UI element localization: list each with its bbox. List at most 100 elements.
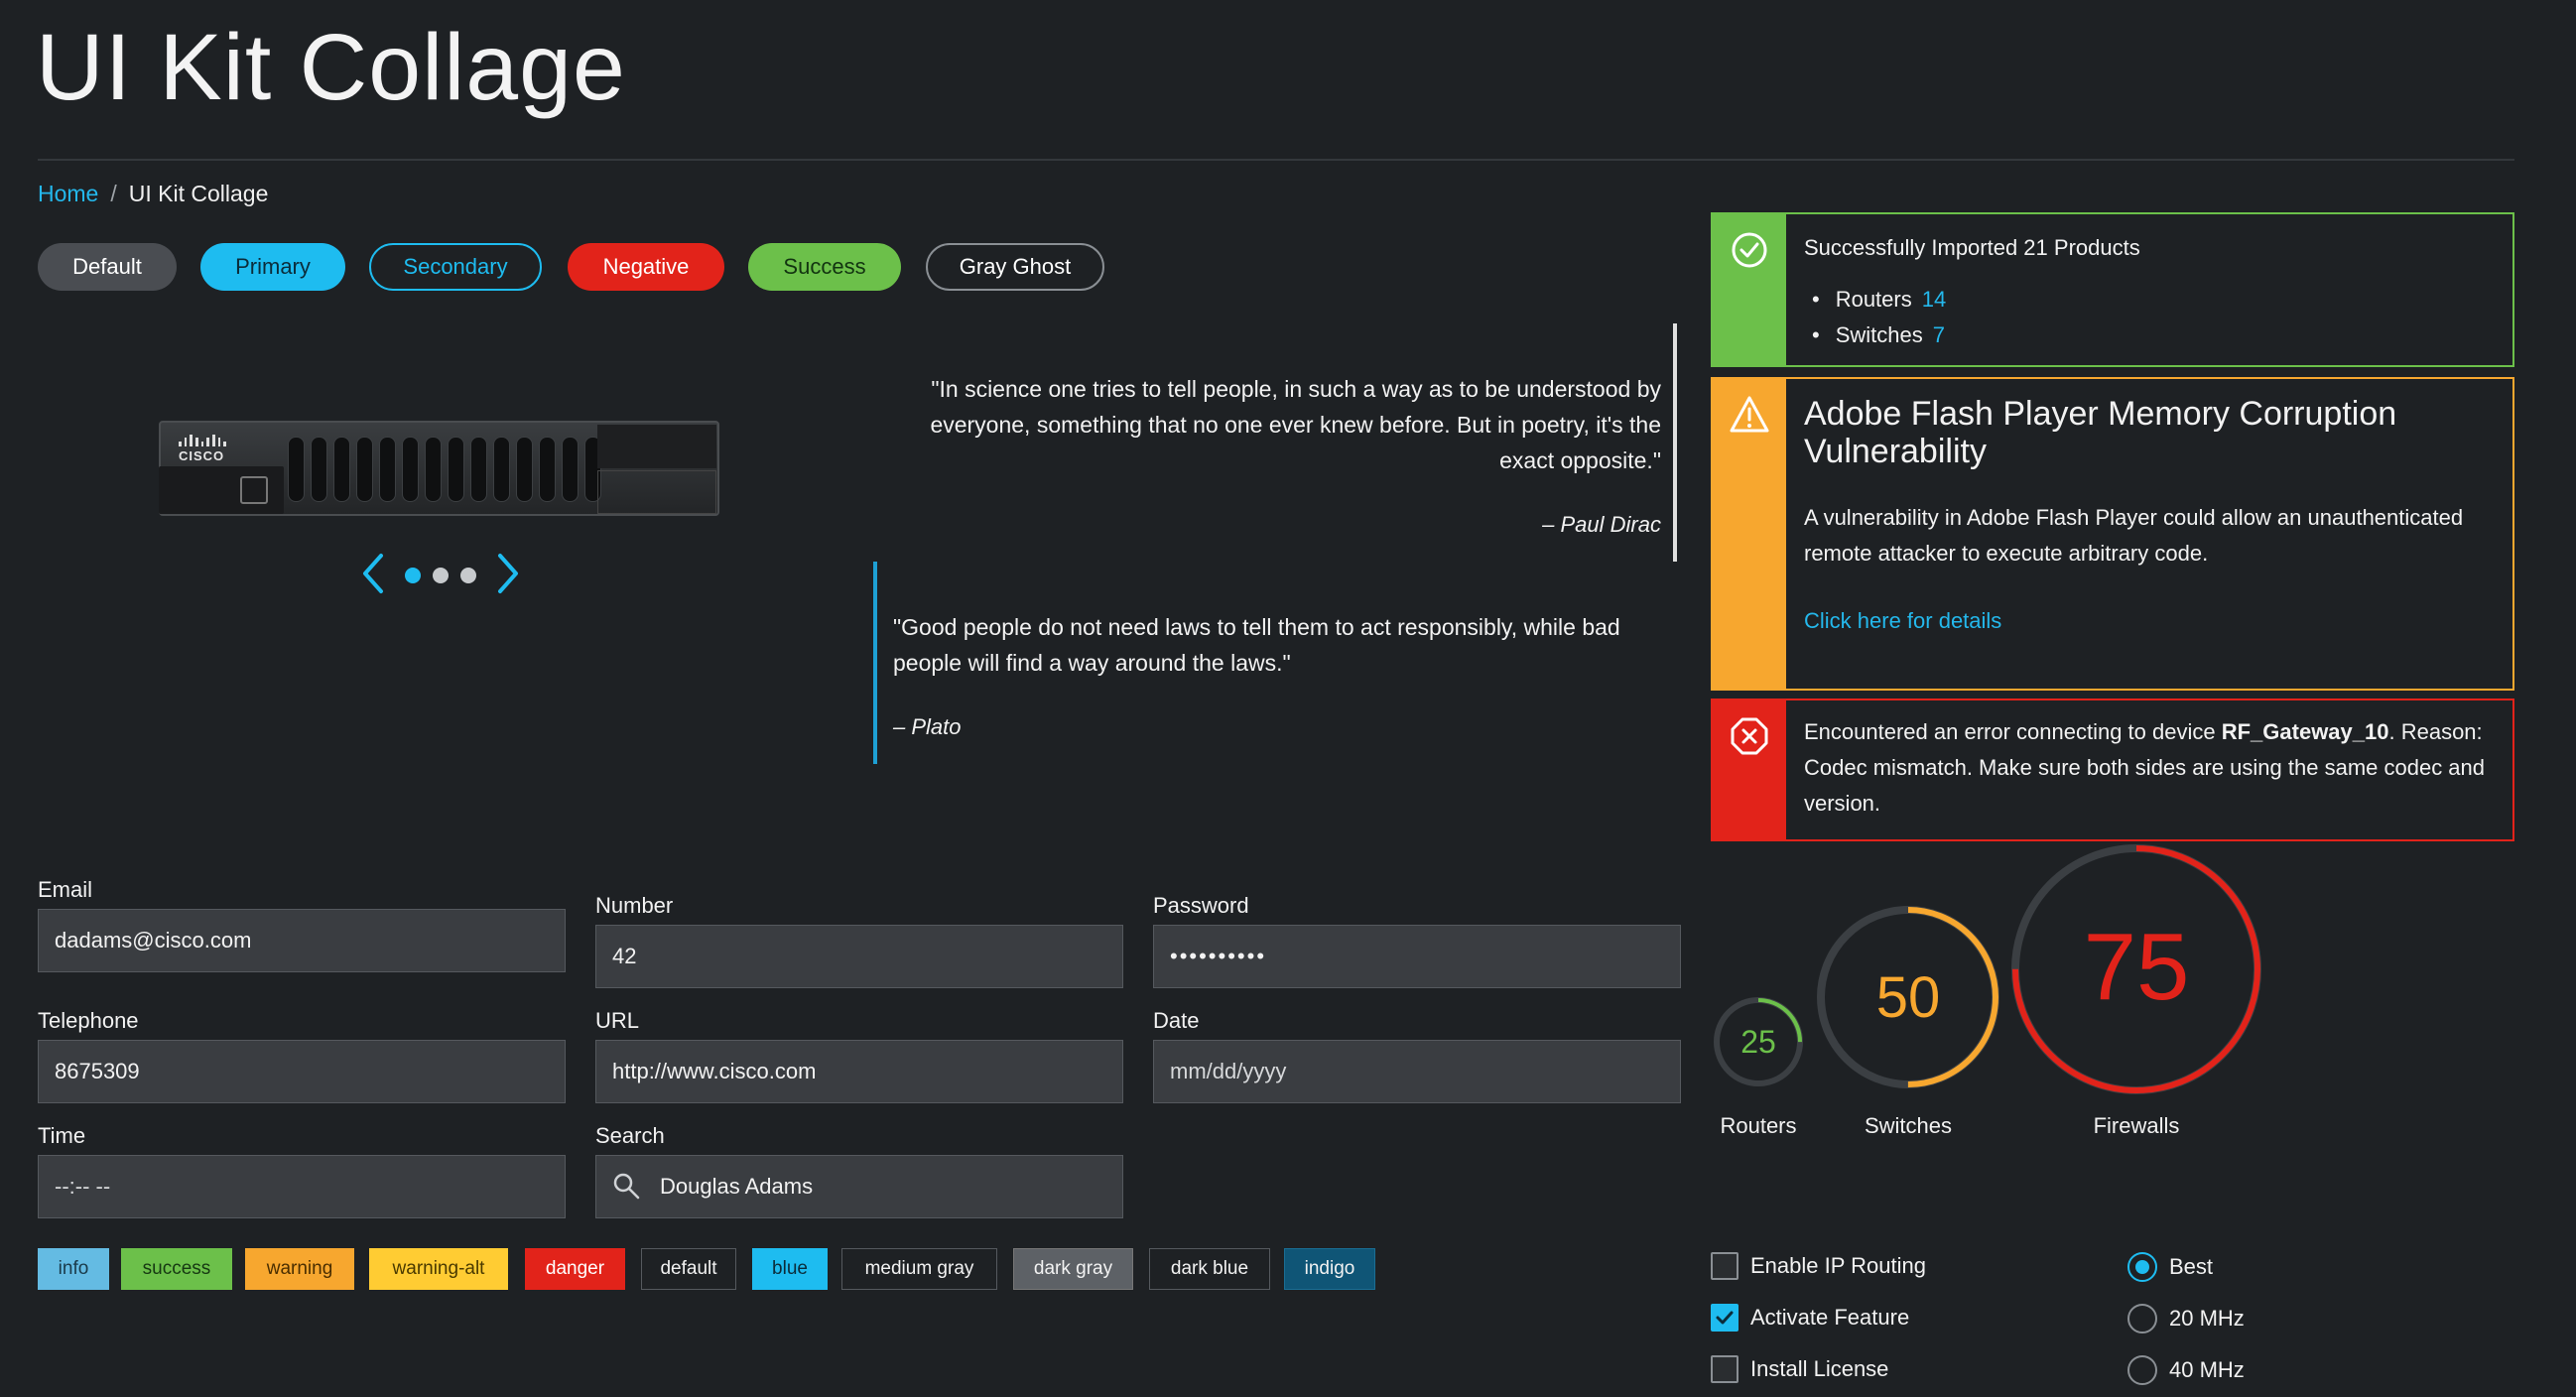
- carousel-dot-2[interactable]: [433, 568, 449, 583]
- blockquote-right-author: – Paul Dirac: [1542, 512, 1661, 537]
- check-circle-icon: [1732, 232, 1767, 268]
- list-item: Routers 14: [1804, 282, 1947, 318]
- number-field[interactable]: 42: [595, 925, 1123, 988]
- email-label: Email: [38, 877, 93, 902]
- search-icon: [613, 1173, 640, 1200]
- radio-20-mhz[interactable]: 20 MHz: [2127, 1304, 2245, 1334]
- url-label: URL: [595, 1008, 640, 1033]
- tag-info: info: [38, 1248, 109, 1290]
- radio-circle[interactable]: [2127, 1252, 2157, 1282]
- tag-danger: danger: [525, 1248, 625, 1290]
- router-vent: [448, 437, 464, 502]
- danger-alert-device: RF_Gateway_10: [2221, 719, 2389, 744]
- radio-best[interactable]: Best: [2127, 1252, 2213, 1282]
- tag-medium-gray: medium gray: [841, 1248, 997, 1290]
- chevron-left-icon[interactable]: [359, 552, 387, 595]
- danger-alert-message: Encountered an error connecting to devic…: [1804, 714, 2499, 822]
- gauge-firewalls-value: 75: [2083, 914, 2190, 1020]
- date-label: Date: [1153, 1008, 1200, 1033]
- router-vent: [516, 437, 533, 502]
- checkbox-box[interactable]: [1711, 1355, 1739, 1383]
- time-field[interactable]: --:-- --: [38, 1155, 566, 1218]
- radio-label: Best: [2169, 1254, 2214, 1279]
- telephone-label: Telephone: [38, 1008, 139, 1033]
- router-vent: [356, 437, 373, 502]
- checkbox-box[interactable]: [1711, 1252, 1739, 1280]
- success-button[interactable]: Success: [748, 243, 901, 291]
- password-label: Password: [1153, 893, 1249, 918]
- negative-button[interactable]: Negative: [568, 243, 724, 291]
- list-item-label: Routers: [1835, 287, 1912, 312]
- success-alert-title: Successfully Imported 21 Products: [1804, 235, 2140, 260]
- router-vent: [470, 437, 487, 502]
- tag-warning: warning: [245, 1248, 354, 1290]
- warning-triangle-icon: [1730, 396, 1769, 433]
- breadcrumb-home-link[interactable]: Home: [38, 181, 98, 207]
- gauge-switches: 50: [1814, 903, 2002, 1091]
- success-alert-list: Routers 14 Switches 7: [1804, 282, 1947, 353]
- blockquote-left-text: "Good people do not need laws to tell th…: [893, 614, 1620, 676]
- radio-circle[interactable]: [2127, 1355, 2157, 1385]
- search-input[interactable]: Douglas Adams: [595, 1155, 1123, 1218]
- password-field[interactable]: ••••••••••: [1153, 925, 1681, 988]
- chevron-right-icon[interactable]: [494, 552, 522, 595]
- number-label: Number: [595, 893, 674, 918]
- list-item: Switches 7: [1804, 318, 1946, 353]
- telephone-field[interactable]: 8675309: [38, 1040, 566, 1103]
- router-vent: [333, 437, 350, 502]
- checkbox-label: Install License: [1750, 1356, 1889, 1381]
- router-vent: [402, 437, 419, 502]
- warning-alert-title: Adobe Flash Player Memory Corruption Vul…: [1804, 395, 2397, 470]
- breadcrumb: Home / UI Kit Collage: [38, 181, 268, 207]
- checkbox-box[interactable]: [1711, 1304, 1739, 1332]
- success-alert: Successfully Imported 21 Products Router…: [1711, 212, 2514, 367]
- email-field[interactable]: dadams@cisco.com: [38, 909, 566, 972]
- carousel-dot-1[interactable]: [405, 568, 421, 583]
- checkbox-label: Enable IP Routing: [1750, 1253, 1926, 1278]
- search-label: Search: [595, 1123, 665, 1148]
- gray-ghost-button[interactable]: Gray Ghost: [926, 243, 1104, 291]
- gauge-routers: 25: [1709, 992, 1808, 1091]
- date-field[interactable]: mm/dd/yyyy: [1153, 1040, 1681, 1103]
- tag-dark-blue: dark blue: [1149, 1248, 1270, 1290]
- router-vent: [493, 437, 510, 502]
- default-button[interactable]: Default: [38, 243, 177, 291]
- gauge-switches-value: 50: [1875, 965, 1941, 1030]
- url-field[interactable]: http://www.cisco.com: [595, 1040, 1123, 1103]
- blockquote-right-text: "In science one tries to tell people, in…: [930, 376, 1661, 473]
- cisco-logo: CISCO: [179, 435, 227, 463]
- warning-alert-details-link[interactable]: Click here for details: [1804, 603, 2001, 639]
- router-power-module: [159, 466, 284, 514]
- router-vent: [379, 437, 396, 502]
- tag-success: success: [121, 1248, 232, 1290]
- page-title: UI Kit Collage: [36, 15, 626, 120]
- router-bay: [597, 470, 716, 514]
- router-vent: [539, 437, 556, 502]
- warning-alert: Adobe Flash Player Memory Corruption Vul…: [1711, 377, 2514, 691]
- router-vent: [311, 437, 327, 502]
- primary-button[interactable]: Primary: [200, 243, 345, 291]
- secondary-button[interactable]: Secondary: [369, 243, 542, 291]
- title-divider: [38, 159, 2514, 161]
- radio-40-mhz[interactable]: 40 MHz: [2127, 1355, 2245, 1385]
- danger-alert: Encountered an error connecting to devic…: [1711, 698, 2514, 841]
- blockquote-left-author: – Plato: [893, 714, 962, 739]
- gauge-routers-value: 25: [1740, 1024, 1776, 1060]
- checkbox-label: Activate Feature: [1750, 1305, 1910, 1330]
- tag-blue: blue: [752, 1248, 828, 1290]
- checkbox-activate-feature[interactable]: Activate Feature: [1711, 1304, 1909, 1332]
- list-item-count: 14: [1921, 287, 1947, 312]
- tag-warning-alt: warning-alt: [369, 1248, 508, 1290]
- checkbox-enable-ip-routing[interactable]: Enable IP Routing: [1711, 1252, 1926, 1280]
- danger-alert-prefix: Encountered an error connecting to devic…: [1804, 719, 2222, 744]
- error-octagon-icon: [1731, 717, 1768, 755]
- tag-dark-gray: dark gray: [1013, 1248, 1133, 1290]
- radio-circle[interactable]: [2127, 1304, 2157, 1334]
- checkbox-install-license[interactable]: Install License: [1711, 1355, 1888, 1383]
- tag-default: default: [641, 1248, 736, 1290]
- carousel-dot-3[interactable]: [460, 568, 476, 583]
- router-vent: [425, 437, 442, 502]
- tag-indigo: indigo: [1284, 1248, 1375, 1290]
- router-front-panel: [597, 425, 716, 468]
- breadcrumb-current: UI Kit Collage: [128, 181, 269, 206]
